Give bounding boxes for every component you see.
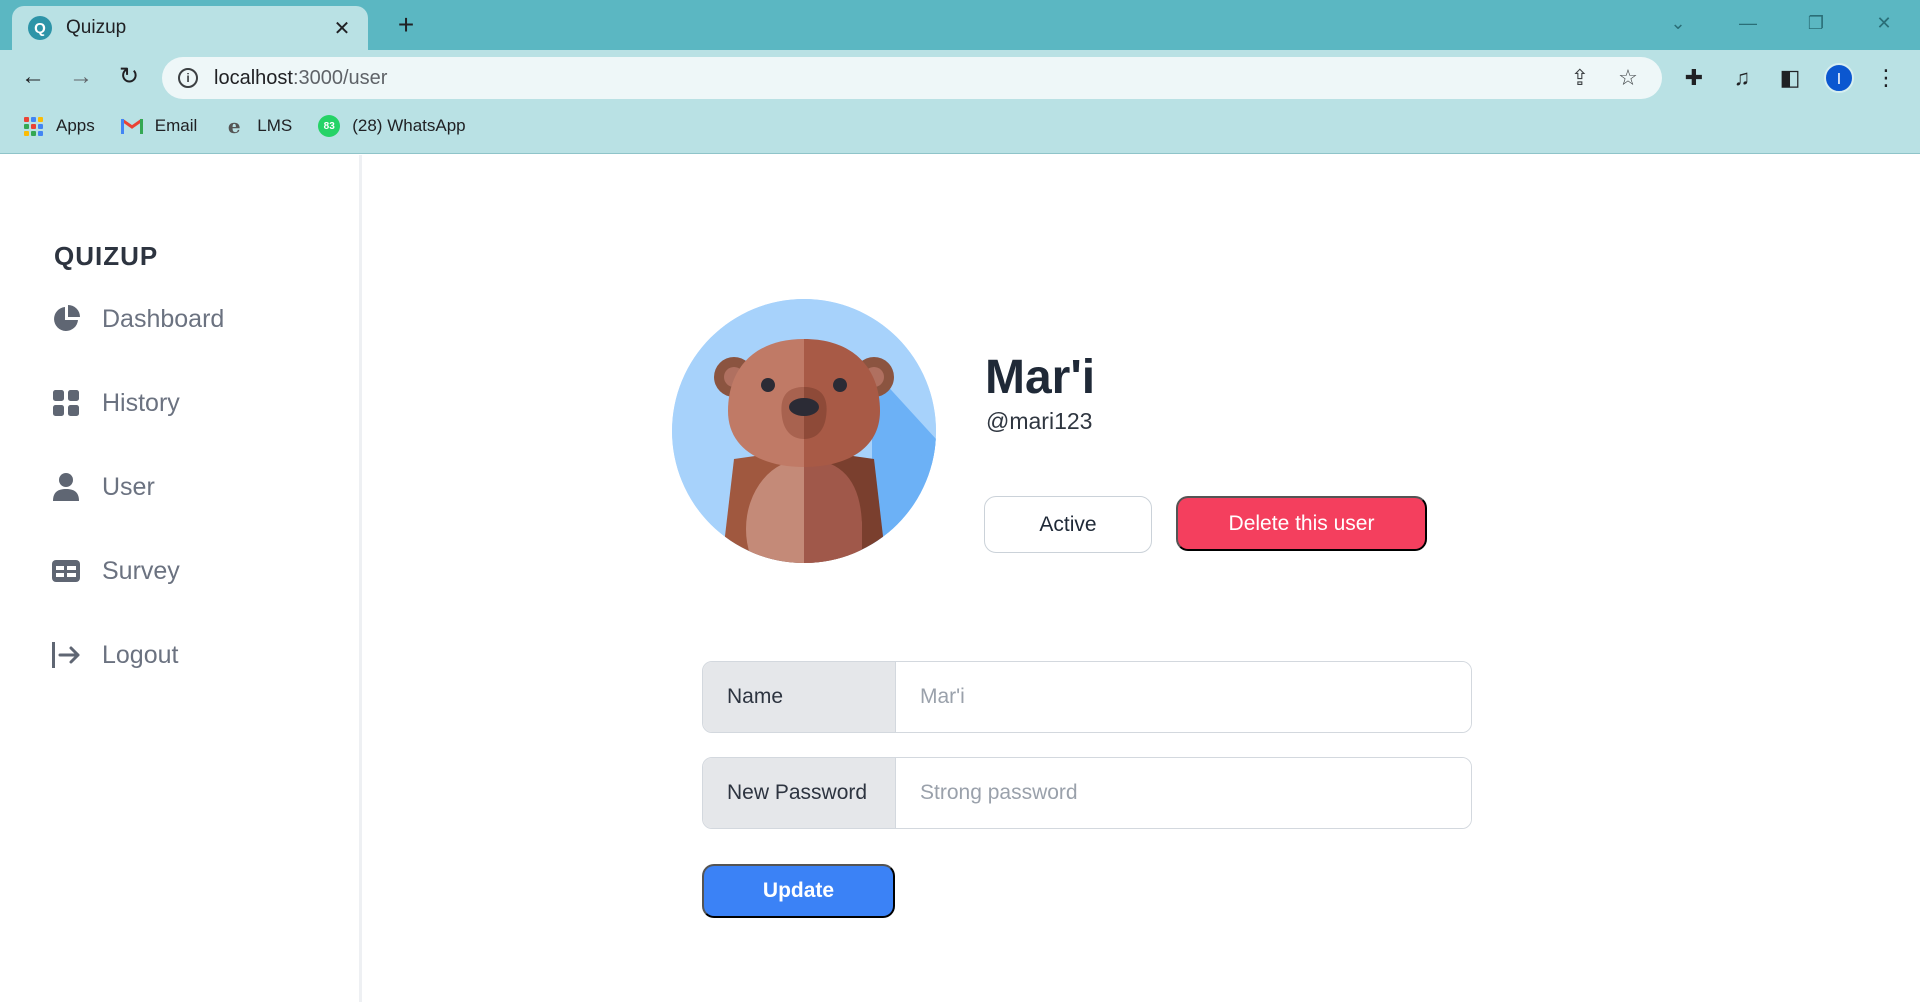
bear-avatar <box>672 299 936 563</box>
media-control-icon[interactable]: ♫ <box>1726 62 1758 94</box>
apps-grid-icon <box>22 115 44 137</box>
site-info-icon[interactable]: i <box>178 68 198 88</box>
close-window-icon[interactable]: ✕ <box>1864 8 1904 38</box>
share-icon[interactable]: ⇪ <box>1562 60 1598 96</box>
restore-icon[interactable]: ❐ <box>1796 8 1836 38</box>
password-field-group: New Password <box>702 757 1472 829</box>
sidebar-item-label: History <box>102 388 180 417</box>
whatsapp-icon: 83 <box>318 115 341 137</box>
brand-logo: QUIZUP <box>54 241 159 271</box>
url-host: localhost <box>214 66 293 89</box>
address-bar[interactable]: i localhost:3000/user ⇪ ☆ <box>162 57 1662 99</box>
close-tab-icon[interactable]: ✕ <box>330 16 354 41</box>
new-tab-icon[interactable]: + <box>390 10 422 42</box>
logout-icon <box>50 639 82 671</box>
main-content: Mar'i @mari123 Active Delete this user N… <box>365 155 1920 1002</box>
tab-search-icon[interactable]: ⌄ <box>1658 8 1698 38</box>
menu-kebab-icon[interactable]: ⋮ <box>1870 62 1902 94</box>
active-status-button[interactable]: Active <box>984 496 1152 553</box>
sidebar-item-history[interactable]: History <box>50 381 180 425</box>
profile-handle: @mari123 <box>986 408 1093 434</box>
tab-title: Quizup <box>66 17 127 38</box>
lms-icon: e <box>227 114 241 138</box>
sidebar-item-survey[interactable]: Survey <box>50 549 180 593</box>
delete-user-button[interactable]: Delete this user <box>1176 496 1427 551</box>
sidebar-item-label: User <box>102 472 155 501</box>
sidebar: QUIZUP Dashboard History User Survey Log… <box>0 155 362 1002</box>
bookmark-label: LMS <box>257 116 293 135</box>
forward-icon[interactable]: → <box>64 60 98 94</box>
sidebar-item-dashboard[interactable]: Dashboard <box>50 297 224 341</box>
name-label: Name <box>703 662 896 732</box>
bookmark-label: (28) WhatsApp <box>352 116 466 135</box>
sidebar-item-user[interactable]: User <box>50 465 155 509</box>
minimize-icon[interactable]: — <box>1728 8 1768 38</box>
pie-chart-icon <box>50 303 82 335</box>
bookmark-whatsapp[interactable]: 83 (28) WhatsApp <box>318 115 466 137</box>
bear-avatar-illustration <box>672 299 936 563</box>
url-path: :3000/user <box>292 66 388 89</box>
bookmark-label: Apps <box>56 116 95 135</box>
sidebar-item-logout[interactable]: Logout <box>50 633 178 677</box>
bookmark-label: Email <box>154 116 198 135</box>
back-icon[interactable]: ← <box>16 60 50 94</box>
grid-icon <box>50 387 82 419</box>
url-text[interactable]: localhost:3000/user <box>214 67 1550 90</box>
quizup-favicon-icon: Q <box>28 16 52 40</box>
user-icon <box>50 471 82 503</box>
sidebar-item-label: Dashboard <box>102 304 225 333</box>
browser-chrome: Q Quizup ✕ + ⌄ — ❐ ✕ ← → ↻ i localhost:3… <box>0 0 1920 154</box>
name-input[interactable] <box>896 662 1471 732</box>
tab-strip: Q Quizup ✕ + ⌄ — ❐ ✕ <box>0 0 1920 50</box>
sidebar-item-label: Logout <box>102 640 179 669</box>
browser-toolbar: ← → ↻ i localhost:3000/user ⇪ ☆ ✚ ♫ ◧ I … <box>0 50 1920 104</box>
reload-icon[interactable]: ↻ <box>112 60 146 94</box>
bookmark-email[interactable]: Email <box>120 115 198 137</box>
extensions-icon[interactable]: ✚ <box>1678 62 1710 94</box>
bookmarks-bar: Apps Email e LMS 83 (28) WhatsApp <box>0 108 1920 144</box>
sidebar-item-label: Survey <box>102 556 180 585</box>
password-label: New Password <box>703 758 896 828</box>
bookmark-star-icon[interactable]: ☆ <box>1610 60 1646 96</box>
password-input[interactable] <box>896 758 1471 828</box>
profile-name: Mar'i <box>985 351 1096 404</box>
browser-tab[interactable]: Q Quizup ✕ <box>12 6 368 50</box>
name-field-group: Name <box>702 661 1472 733</box>
bookmark-lms[interactable]: e LMS <box>223 114 293 138</box>
bookmark-apps[interactable]: Apps <box>22 115 95 137</box>
profile-avatar[interactable]: I <box>1824 63 1854 93</box>
gmail-icon <box>120 115 143 137</box>
table-icon <box>50 555 82 587</box>
update-button[interactable]: Update <box>702 864 895 918</box>
side-panel-icon[interactable]: ◧ <box>1774 62 1806 94</box>
